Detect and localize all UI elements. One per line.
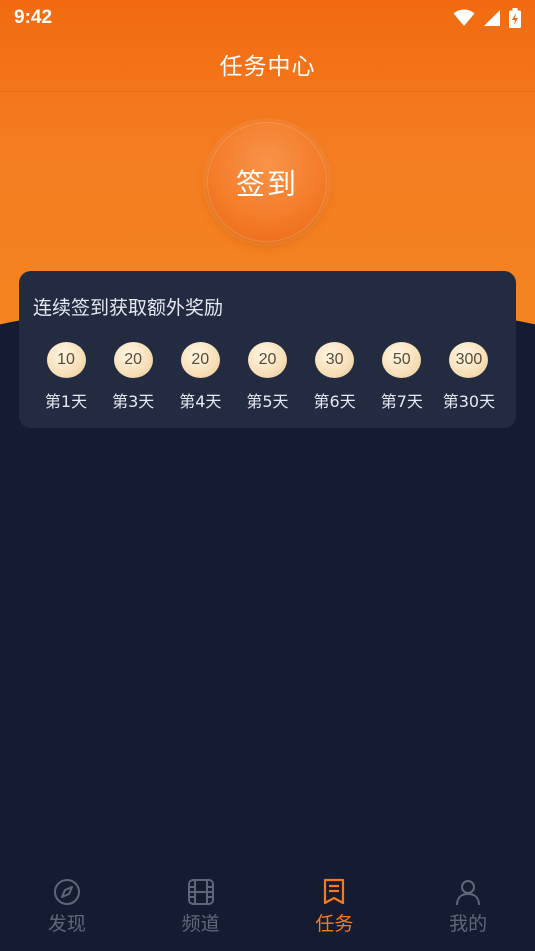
status-icons <box>453 8 521 28</box>
wifi-icon <box>453 9 475 26</box>
reward-item: 30 第6天 <box>305 342 365 412</box>
reward-day-label: 第30天 <box>442 392 496 411</box>
tab-profile[interactable]: 我的 <box>401 862 535 951</box>
checkin-ring: 签到 <box>203 118 331 246</box>
reward-coin: 20 <box>247 342 287 378</box>
compass-icon <box>53 879 80 905</box>
tab-label: 我的 <box>449 913 488 935</box>
reward-card: 连续签到获取额外奖励 10 第1天 20 第3天 20 第4天 20 第5天 3… <box>19 271 516 428</box>
page-title: 任务中心 <box>219 53 316 80</box>
reward-day-label: 第7天 <box>380 392 423 411</box>
film-icon <box>187 879 214 905</box>
signal-icon <box>484 10 500 26</box>
reward-day-label: 第6天 <box>313 392 356 411</box>
title-bar: 任务中心 <box>0 36 535 92</box>
reward-item: 20 第4天 <box>170 342 230 412</box>
tab-label: 频道 <box>181 913 220 935</box>
reward-day-label: 第4天 <box>179 392 222 411</box>
reward-item: 300 第30天 <box>439 342 499 412</box>
reward-coin: 20 <box>113 342 153 378</box>
tab-discover[interactable]: 发现 <box>0 862 134 951</box>
task-icon <box>324 878 345 905</box>
battery-icon <box>509 8 521 28</box>
reward-list: 10 第1天 20 第3天 20 第4天 20 第5天 30 第6天 50 第7… <box>27 342 508 412</box>
checkin-button[interactable]: 签到 <box>207 122 327 242</box>
reward-coin: 50 <box>382 342 422 378</box>
user-icon <box>456 880 481 906</box>
tab-label: 任务 <box>315 913 354 935</box>
reward-day-label: 第1天 <box>44 392 88 411</box>
tab-tasks[interactable]: 任务 <box>268 862 402 951</box>
bottom-tab-bar: 发现 频道 任务 我的 <box>0 862 535 951</box>
reward-coin: 30 <box>315 342 355 378</box>
tab-label: 发现 <box>47 913 86 935</box>
reward-coin: 10 <box>46 342 86 378</box>
tab-channels[interactable]: 频道 <box>134 862 268 951</box>
reward-title: 连续签到获取额外奖励 <box>33 297 224 319</box>
status-time: 9:42 <box>14 7 53 28</box>
reward-item: 20 第3天 <box>103 342 163 412</box>
reward-item: 50 第7天 <box>372 342 432 412</box>
reward-coin: 20 <box>180 342 220 378</box>
reward-coin: 300 <box>449 342 489 378</box>
reward-item: 20 第5天 <box>237 342 297 412</box>
status-bar: 9:42 <box>0 0 535 36</box>
reward-day-label: 第5天 <box>246 392 289 411</box>
reward-item: 10 第1天 <box>36 342 96 412</box>
reward-day-label: 第3天 <box>112 392 155 411</box>
